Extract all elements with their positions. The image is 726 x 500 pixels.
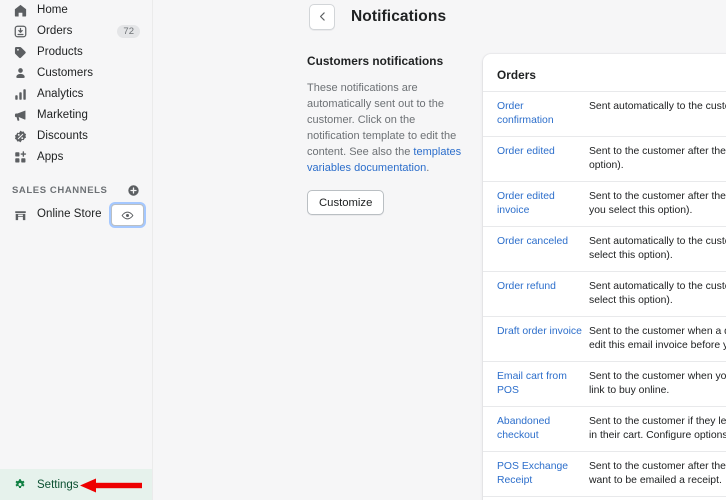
notifications-column: Orders Order confirmation Sent automatica…: [483, 54, 726, 500]
sidebar-item-label: Orders: [37, 24, 73, 37]
arrow-left-icon[interactable]: [309, 3, 335, 30]
notification-description: Sent to the customer when a d edit this …: [589, 326, 726, 351]
page-title: Notifications: [351, 7, 447, 25]
notification-template-link[interactable]: POS Exchange Receipt: [497, 460, 589, 488]
notification-row: POS Exchange Receipt Sent to the customer…: [483, 451, 726, 496]
card-title: Orders: [497, 68, 536, 82]
notification-template-link[interactable]: Order edited: [497, 145, 589, 173]
sidebar-item-products[interactable]: Products: [6, 42, 146, 63]
notification-row: Order confirmation Sent automatically to …: [483, 91, 726, 136]
sidebar-item-label: Online Store: [37, 208, 102, 221]
sidebar-item-label: Marketing: [37, 108, 88, 121]
intro-text-after: .: [426, 162, 430, 174]
sales-channels-title: SALES CHANNELS: [12, 184, 108, 196]
intro-body: These notifications are automatically se…: [307, 80, 469, 176]
sidebar-item-label: Discounts: [37, 129, 88, 142]
notification-template-link[interactable]: Draft order invoice: [497, 325, 589, 353]
notification-description: Sent to the customer after they want to …: [589, 461, 726, 486]
sidebar: Home Orders 72 Products Customers Analyt…: [0, 0, 153, 500]
notification-row: Draft order invoice Sent to the customer …: [483, 316, 726, 361]
orders-count-badge: 72: [117, 24, 140, 39]
notification-row: Order edited invoice Sent to the customer…: [483, 181, 726, 226]
sidebar-item-home[interactable]: Home: [6, 0, 146, 21]
notification-description: Sent to the customer after thei you sele…: [589, 191, 726, 216]
sidebar-item-label: Analytics: [37, 87, 84, 100]
sidebar-item-online-store[interactable]: Online Store: [6, 203, 146, 227]
marketing-icon: [12, 108, 28, 124]
sidebar-item-label: Apps: [37, 150, 64, 163]
app-root: Home Orders 72 Products Customers Analyt…: [0, 0, 726, 500]
sidebar-item-label: Products: [37, 45, 83, 58]
sales-channels-header: SALES CHANNELS: [6, 179, 146, 201]
notification-description: Sent to the customer when you link to bu…: [589, 371, 726, 396]
sidebar-item-label: Customers: [37, 66, 94, 79]
notification-description: Sent automatically to the custo select t…: [589, 236, 726, 261]
sidebar-item-marketing[interactable]: Marketing: [6, 105, 146, 126]
analytics-icon: [12, 87, 28, 103]
notification-template-link[interactable]: Order canceled: [497, 235, 589, 263]
sidebar-nav-list: Home Orders 72 Products Customers Analyt…: [0, 0, 152, 168]
storefront-icon: [12, 207, 28, 223]
notification-description: Sent automatically to the custo: [589, 101, 726, 112]
sidebar-item-settings[interactable]: Settings: [0, 469, 152, 500]
page-header: Notifications: [153, 0, 726, 30]
plus-circle-icon[interactable]: [126, 183, 140, 197]
customize-button[interactable]: Customize: [307, 190, 385, 215]
notification-row: Email cart from POS Sent to the customer …: [483, 361, 726, 406]
eye-icon[interactable]: [111, 204, 144, 226]
notification-template-link[interactable]: Abandoned checkout: [497, 415, 589, 443]
notification-row: Gift card createdSent automatically to t…: [483, 496, 726, 500]
discounts-icon: [12, 129, 28, 145]
intro-title: Customers notifications: [307, 54, 444, 68]
notification-template-link[interactable]: Email cart from POS: [497, 370, 589, 398]
notification-row: Order refund Sent automatically to the cu…: [483, 271, 726, 316]
orders-rows: Order confirmation Sent automatically to …: [483, 91, 726, 500]
gear-icon: [12, 477, 27, 492]
sidebar-item-discounts[interactable]: Discounts: [6, 126, 146, 147]
orders-icon: [12, 24, 28, 40]
notification-description: Sent to the customer after thei option).: [589, 146, 726, 171]
notification-description: Sent to the customer if they lea in thei…: [589, 416, 726, 441]
sidebar-item-apps[interactable]: Apps: [6, 147, 146, 168]
notification-row: Order canceled Sent automatically to the …: [483, 226, 726, 271]
intro-column: Customers notifications These notificati…: [307, 54, 483, 500]
main-content: Notifications Customers notifications Th…: [153, 0, 726, 500]
settings-label: Settings: [37, 478, 79, 491]
content-grid: Customers notifications These notificati…: [153, 30, 726, 500]
notification-template-link[interactable]: Order refund: [497, 280, 589, 308]
apps-icon: [12, 150, 28, 166]
notification-description: Sent automatically to the custo select t…: [589, 281, 726, 306]
sidebar-item-analytics[interactable]: Analytics: [6, 84, 146, 105]
sidebar-item-orders[interactable]: Orders 72: [6, 21, 146, 42]
notification-row: Order edited Sent to the customer after t…: [483, 136, 726, 181]
notification-row: Abandoned checkout Sent to the customer i…: [483, 406, 726, 451]
sidebar-item-customers[interactable]: Customers: [6, 63, 146, 84]
products-icon: [12, 45, 28, 61]
sidebar-item-label: Home: [37, 3, 68, 16]
orders-notifications-card: Orders Order confirmation Sent automatica…: [483, 54, 726, 500]
notification-template-link[interactable]: Order edited invoice: [497, 190, 589, 218]
notification-template-link[interactable]: Order confirmation: [497, 100, 589, 128]
customers-icon: [12, 66, 28, 82]
home-icon: [12, 3, 28, 19]
